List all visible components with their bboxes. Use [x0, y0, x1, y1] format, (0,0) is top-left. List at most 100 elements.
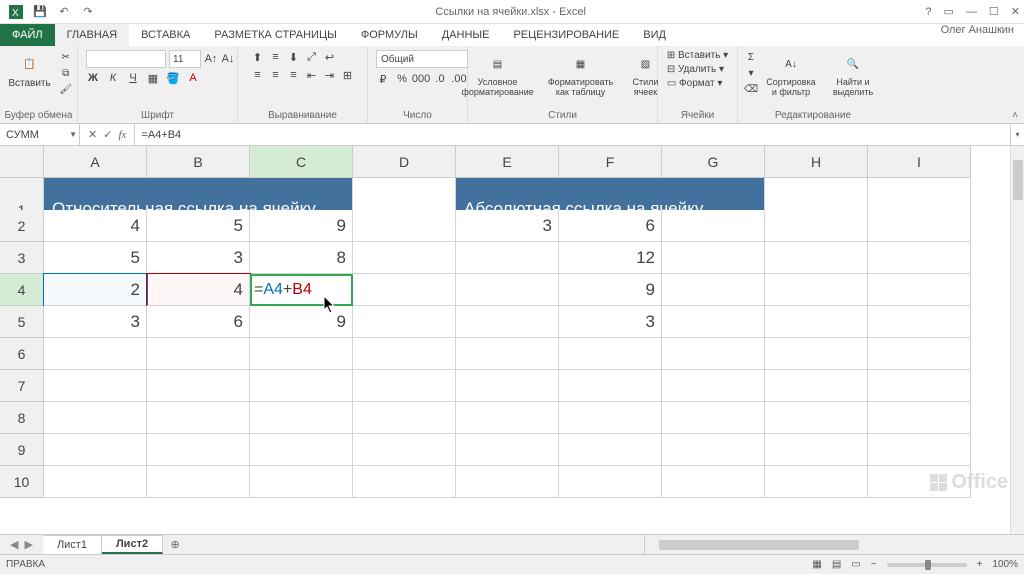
cell-C5[interactable]: 9 — [250, 306, 353, 338]
row-10[interactable]: 10 — [0, 466, 44, 498]
cell-F3[interactable]: 12 — [559, 242, 662, 274]
ribbon-options-icon[interactable]: ▭ — [944, 5, 954, 18]
align-left-icon[interactable]: ≡ — [251, 68, 265, 82]
col-H[interactable]: H — [765, 146, 868, 178]
zoom-level[interactable]: 100% — [992, 559, 1018, 570]
cell-H2[interactable] — [765, 210, 868, 242]
name-box[interactable]: СУММ▼ — [0, 124, 80, 145]
border-icon[interactable]: ▦ — [146, 71, 160, 85]
view-normal-icon[interactable]: ▦ — [812, 559, 821, 570]
row-4[interactable]: 4 — [0, 274, 44, 306]
tab-formulas[interactable]: ФОРМУЛЫ — [349, 24, 430, 46]
cell-A5[interactable]: 3 — [44, 306, 147, 338]
row-7[interactable]: 7 — [0, 370, 44, 402]
merge-icon[interactable]: ⊞ — [341, 68, 355, 82]
cell-F4[interactable]: 9 — [559, 274, 662, 306]
cell-B4[interactable]: 4 — [147, 274, 250, 306]
orientation-icon[interactable]: ⤢ — [305, 50, 319, 64]
font-color-icon[interactable]: A — [186, 71, 200, 85]
close-icon[interactable]: ✕ — [1011, 5, 1020, 18]
cell-G5[interactable] — [662, 306, 765, 338]
row-2[interactable]: 2 — [0, 210, 44, 242]
col-I[interactable]: I — [868, 146, 971, 178]
format-table-button[interactable]: ▦Форматировать как таблицу — [542, 50, 620, 100]
tab-review[interactable]: РЕЦЕНЗИРОВАНИЕ — [501, 24, 631, 46]
col-G[interactable]: G — [662, 146, 765, 178]
cell-I2[interactable] — [868, 210, 971, 242]
cancel-formula-icon[interactable]: ✕ — [88, 128, 97, 141]
format-painter-icon[interactable]: 🖌 — [59, 82, 73, 96]
cell-E3[interactable] — [456, 242, 559, 274]
cell-D4[interactable] — [353, 274, 456, 306]
accept-formula-icon[interactable]: ✓ — [103, 128, 112, 141]
cell-H5[interactable] — [765, 306, 868, 338]
insert-row-button[interactable]: ⊞ Вставить ▾ — [667, 50, 728, 61]
col-E[interactable]: E — [456, 146, 559, 178]
cell-G4[interactable] — [662, 274, 765, 306]
autosum-icon[interactable]: Σ — [744, 50, 758, 64]
cell-B2[interactable]: 5 — [147, 210, 250, 242]
cell-I4[interactable] — [868, 274, 971, 306]
cell-E2[interactable]: 3 — [456, 210, 559, 242]
cell-A2[interactable]: 4 — [44, 210, 147, 242]
add-sheet-icon[interactable]: ⊕ — [163, 535, 187, 554]
cond-format-button[interactable]: ▤Условное форматирование — [458, 50, 538, 100]
zoom-in-icon[interactable]: + — [977, 559, 983, 570]
fx-icon[interactable]: fx — [118, 129, 126, 141]
row-6[interactable]: 6 — [0, 338, 44, 370]
help-icon[interactable]: ? — [925, 6, 931, 18]
select-all-corner[interactable] — [0, 146, 44, 178]
paste-button[interactable]: 📋 Вставить — [4, 50, 54, 91]
cell-D5[interactable] — [353, 306, 456, 338]
bold-icon[interactable]: Ж — [86, 71, 100, 85]
format-cell-button[interactable]: ▭ Формат ▾ — [667, 78, 728, 89]
vertical-scrollbar[interactable] — [1010, 146, 1024, 534]
cut-icon[interactable]: ✂ — [59, 50, 73, 64]
copy-icon[interactable]: ⧉ — [59, 66, 73, 80]
expand-formula-icon[interactable]: ▾ — [1010, 124, 1024, 145]
fill-color-icon[interactable]: 🪣 — [166, 71, 180, 85]
tab-home[interactable]: ГЛАВНАЯ — [55, 24, 129, 46]
horizontal-scrollbar[interactable] — [644, 535, 1024, 554]
currency-icon[interactable]: ₽ — [376, 72, 390, 86]
cell-C3[interactable]: 8 — [250, 242, 353, 274]
font-size-select[interactable]: 11 — [169, 50, 201, 68]
col-F[interactable]: F — [559, 146, 662, 178]
maximize-icon[interactable]: ☐ — [989, 5, 999, 18]
cell-D3[interactable] — [353, 242, 456, 274]
namebox-dropdown-icon[interactable]: ▼ — [69, 130, 77, 139]
fill-icon[interactable]: ▾ — [744, 66, 758, 80]
tab-file[interactable]: ФАЙЛ — [0, 24, 55, 46]
cell-H3[interactable] — [765, 242, 868, 274]
tab-insert[interactable]: ВСТАВКА — [129, 24, 202, 46]
cell-I5[interactable] — [868, 306, 971, 338]
align-bot-icon[interactable]: ⬇ — [287, 50, 301, 64]
save-icon[interactable]: 💾 — [32, 4, 48, 20]
tab-view[interactable]: ВИД — [631, 24, 678, 46]
redo-icon[interactable]: ↷ — [80, 4, 96, 20]
view-break-icon[interactable]: ▭ — [851, 559, 860, 570]
cell-D2[interactable] — [353, 210, 456, 242]
col-C[interactable]: C — [250, 146, 353, 178]
italic-icon[interactable]: К — [106, 71, 120, 85]
cell-C4-editing[interactable]: =A4+B4 — [250, 274, 353, 306]
tab-layout[interactable]: РАЗМЕТКА СТРАНИЦЫ — [202, 24, 348, 46]
cell-F2[interactable]: 6 — [559, 210, 662, 242]
view-layout-icon[interactable]: ▤ — [832, 559, 841, 570]
zoom-slider[interactable] — [887, 563, 967, 567]
minimize-icon[interactable]: — — [966, 6, 977, 18]
shrink-font-icon[interactable]: A↓ — [221, 52, 235, 66]
collapse-ribbon-icon[interactable]: ˄ — [1012, 110, 1018, 121]
align-center-icon[interactable]: ≡ — [269, 68, 283, 82]
cell-G3[interactable] — [662, 242, 765, 274]
wrap-text-icon[interactable]: ↩ — [323, 50, 337, 64]
cell-H4[interactable] — [765, 274, 868, 306]
indent-inc-icon[interactable]: ⇥ — [323, 68, 337, 82]
cell-A4[interactable]: 2 — [44, 274, 147, 306]
indent-dec-icon[interactable]: ⇤ — [305, 68, 319, 82]
find-select-button[interactable]: 🔍Найти и выделить — [824, 50, 882, 100]
row-9[interactable]: 9 — [0, 434, 44, 466]
align-top-icon[interactable]: ⬆ — [251, 50, 265, 64]
zoom-out-icon[interactable]: − — [871, 559, 877, 570]
row-8[interactable]: 8 — [0, 402, 44, 434]
